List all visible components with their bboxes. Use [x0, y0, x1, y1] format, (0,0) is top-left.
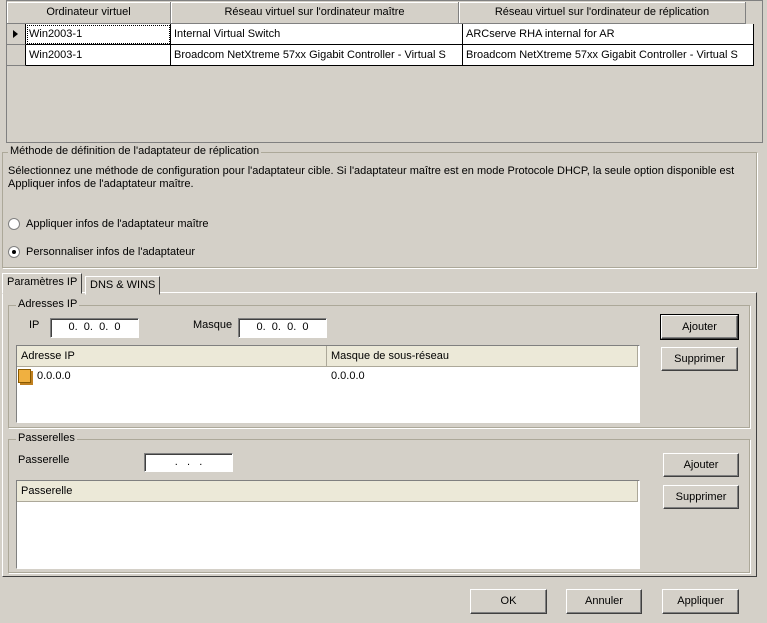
gateways-title: Passerelles — [16, 432, 77, 444]
method-group-title: Méthode de définition de l'adaptateur de… — [8, 145, 262, 157]
row-selector[interactable] — [7, 45, 26, 66]
ip-addresses-title: Adresses IP — [16, 298, 80, 310]
grid-cell[interactable]: Win2003-1 — [26, 24, 171, 45]
tab-ip-settings[interactable]: Paramètres IP — [2, 273, 83, 294]
gateway-input[interactable]: . . . — [144, 453, 233, 472]
remove-gateway-button[interactable]: Supprimer — [663, 485, 739, 509]
cancel-button[interactable]: Annuler — [566, 589, 642, 614]
mask-input[interactable]: 0. 0. 0. 0 — [238, 318, 327, 338]
row-selector[interactable] — [7, 24, 26, 45]
radio-custom[interactable] — [8, 246, 20, 258]
gateway-label: Passerelle — [18, 454, 70, 466]
column-header-master-network[interactable]: Réseau virtuel sur l'ordinateur maître — [171, 2, 459, 24]
ip-list-header-mask[interactable]: Masque de sous-réseau — [327, 346, 638, 367]
column-header-replica-network[interactable]: Réseau virtuel sur l'ordinateur de répli… — [459, 2, 746, 24]
ip-entry-address[interactable]: 0.0.0.0 — [37, 370, 71, 382]
column-header-vm[interactable]: Ordinateur virtuel — [7, 2, 171, 24]
remove-ip-button[interactable]: Supprimer — [661, 347, 738, 371]
mask-label: Masque — [193, 319, 233, 331]
grid-cell[interactable]: ARCserve RHA internal for AR — [463, 24, 754, 45]
grid-cell[interactable]: Broadcom NetXtreme 57xx Gigabit Controll… — [463, 45, 754, 66]
tab-dns-wins[interactable]: DNS & WINS — [85, 276, 161, 295]
ip-input[interactable]: 0. 0. 0. 0 — [50, 318, 139, 338]
method-description: Sélectionnez une méthode de configuratio… — [8, 165, 735, 177]
add-gateway-button[interactable]: Ajouter — [663, 453, 739, 477]
radio-apply-master[interactable] — [8, 218, 20, 230]
grid-cell[interactable]: Broadcom NetXtreme 57xx Gigabit Controll… — [171, 45, 463, 66]
gateway-list-header[interactable]: Passerelle — [17, 481, 638, 502]
ip-entry-mask[interactable]: 0.0.0.0 — [331, 370, 365, 382]
radio-custom-label[interactable]: Personnaliser infos de l'adaptateur — [26, 246, 195, 258]
apply-button[interactable]: Appliquer — [662, 589, 739, 614]
ip-entry-icon — [18, 369, 31, 383]
ok-button[interactable]: OK — [470, 589, 547, 614]
ip-list-header-address[interactable]: Adresse IP — [17, 346, 327, 367]
add-ip-button[interactable]: Ajouter — [660, 314, 739, 340]
current-row-arrow-icon — [13, 30, 18, 38]
grid-cell[interactable]: Win2003-1 — [26, 45, 171, 66]
method-description: Appliquer infos de l'adaptateur maître. — [8, 178, 194, 190]
radio-apply-master-label[interactable]: Appliquer infos de l'adaptateur maître — [26, 218, 209, 230]
grid-cell[interactable]: Internal Virtual Switch — [171, 24, 463, 45]
ip-label: IP — [29, 319, 40, 331]
